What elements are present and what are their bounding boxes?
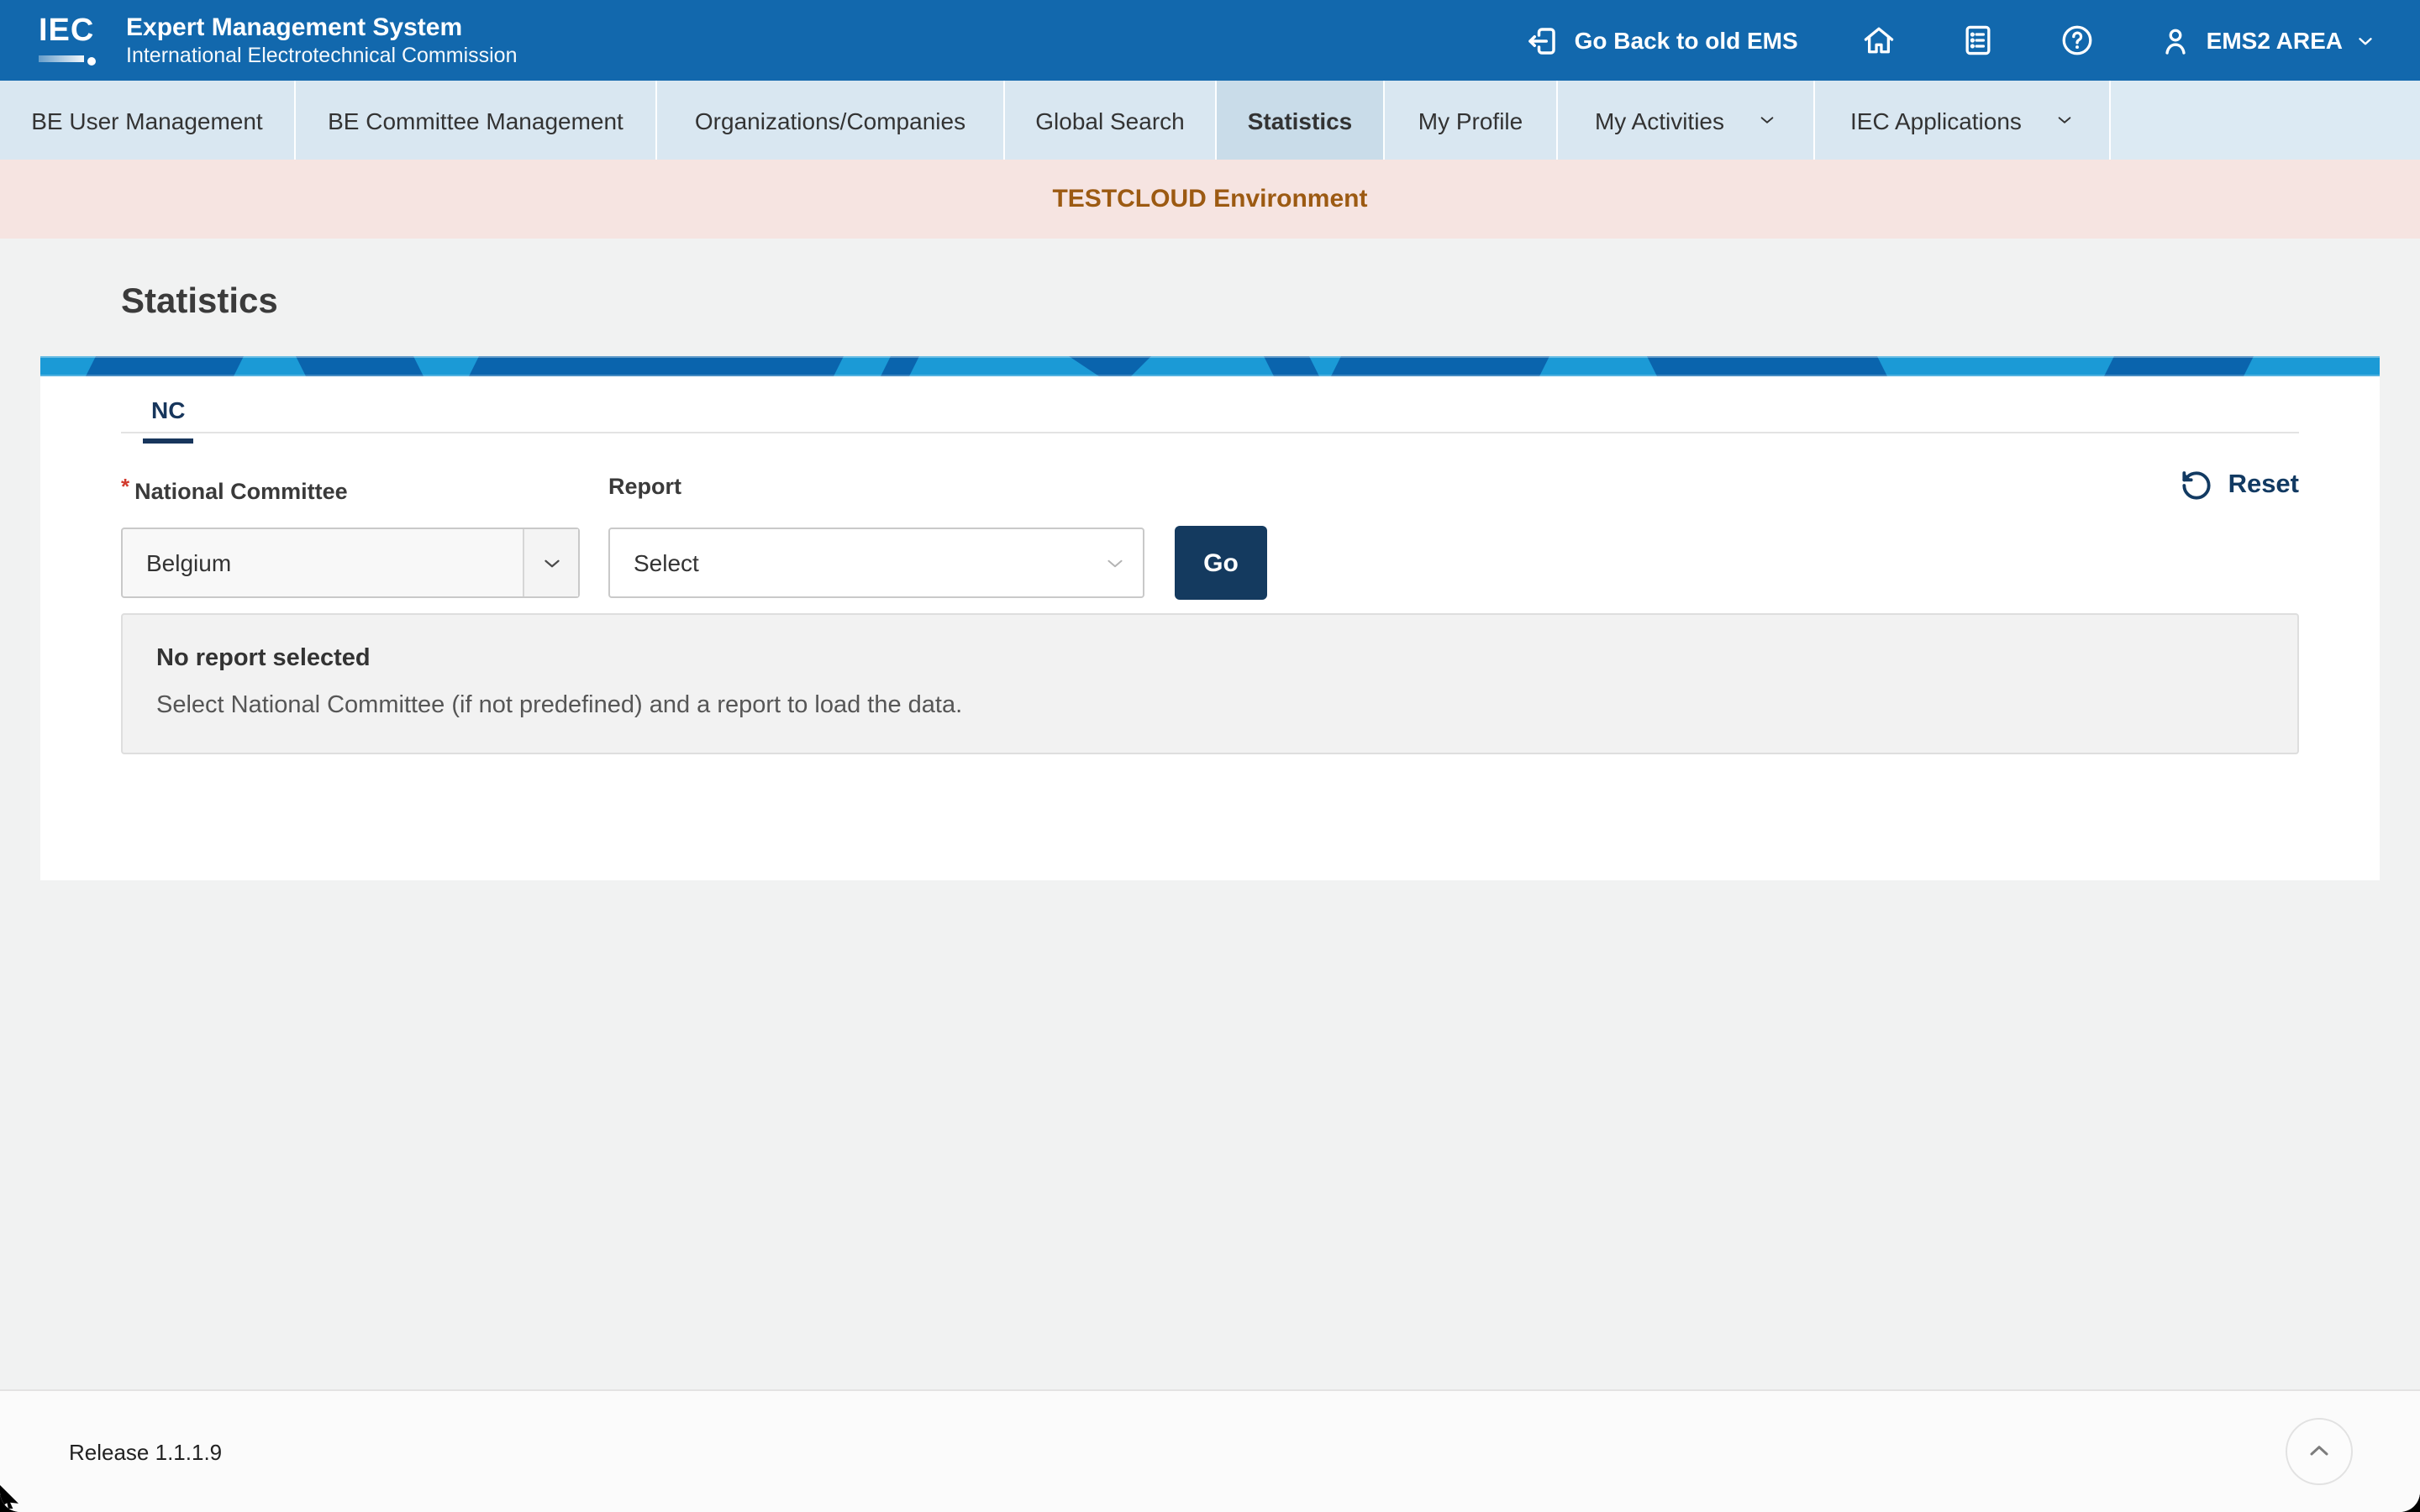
- reset-button[interactable]: Reset: [2180, 469, 2299, 502]
- back-arrow-box-icon: [1524, 22, 1561, 59]
- chevron-up-icon: [2304, 1436, 2334, 1467]
- reset-label: Reset: [2228, 470, 2299, 501]
- national-committee-select[interactable]: Belgium: [121, 528, 580, 598]
- tab-nc[interactable]: NC: [143, 396, 193, 444]
- page-content: Statistics NC *National Committee: [0, 239, 2420, 1389]
- chevron-down-icon: [2354, 29, 2376, 51]
- release-version: Release 1.1.1.9: [69, 1439, 222, 1464]
- footer: Release 1.1.1.9: [0, 1389, 2420, 1512]
- nav-my-activities[interactable]: My Activities: [1558, 81, 1815, 160]
- iec-logo-dot: [87, 57, 96, 66]
- iec-logo-bar: [39, 55, 84, 62]
- report-label: Report: [608, 474, 1144, 506]
- nav-my-profile[interactable]: My Profile: [1385, 81, 1558, 160]
- chevron-down-icon: [1758, 111, 1776, 129]
- message-body: Select National Committee (if not predef…: [156, 690, 2264, 721]
- decorative-blue-band: [40, 356, 2380, 376]
- app-subtitle: International Electrotechnical Commissio…: [126, 43, 518, 68]
- home-icon[interactable]: [1860, 22, 1897, 59]
- nav-statistics[interactable]: Statistics: [1217, 81, 1385, 160]
- iec-logo[interactable]: IEC: [39, 15, 106, 66]
- national-committee-value: Belgium: [123, 529, 523, 596]
- nav-filler: [2111, 81, 2420, 160]
- nav-iec-applications[interactable]: IEC Applications: [1815, 81, 2111, 160]
- user-icon: [2158, 22, 2195, 59]
- required-marker: *: [121, 474, 129, 499]
- message-title: No report selected: [156, 643, 2264, 674]
- app-title: Expert Management System: [126, 13, 518, 43]
- chevron-down-icon: [1087, 529, 1143, 596]
- environment-banner: TESTCLOUD Environment: [0, 160, 2420, 239]
- go-back-to-old-ems-button[interactable]: Go Back to old EMS: [1524, 22, 1798, 59]
- help-icon[interactable]: [2059, 22, 2096, 59]
- go-button[interactable]: Go: [1175, 526, 1267, 600]
- account-label: EMS2 AREA: [2207, 27, 2343, 54]
- no-report-message: No report selected Select National Commi…: [121, 613, 2299, 754]
- statistics-card: NC *National Committee Report Reset: [40, 376, 2380, 880]
- nav-organizations-companies[interactable]: Organizations/Companies: [657, 81, 1005, 160]
- chevron-down-icon: [2055, 111, 2074, 129]
- report-select[interactable]: Select: [608, 528, 1144, 598]
- report-value: Select: [610, 529, 1087, 596]
- app-window: IEC Expert Management System Internation…: [0, 0, 2420, 1512]
- iec-logo-text: IEC: [39, 15, 106, 47]
- main-nav: BE User Management BE Committee Manageme…: [0, 81, 2420, 160]
- national-committee-label: National Committee: [134, 479, 348, 504]
- page-title: Statistics: [0, 239, 2420, 323]
- chevron-down-icon: [523, 529, 578, 596]
- top-header: IEC Expert Management System Internation…: [0, 0, 2420, 81]
- scroll-to-top-button[interactable]: [2286, 1418, 2353, 1485]
- documents-list-icon[interactable]: [1960, 22, 1996, 59]
- tab-bar: NC: [121, 376, 2299, 433]
- account-menu[interactable]: EMS2 AREA: [2158, 22, 2376, 59]
- report-filter-form: *National Committee Report Reset Belgium: [121, 474, 2299, 754]
- go-back-label: Go Back to old EMS: [1575, 27, 1798, 54]
- reset-icon: [2180, 469, 2213, 502]
- environment-banner-text: TESTCLOUD Environment: [1052, 185, 1367, 213]
- nav-global-search[interactable]: Global Search: [1005, 81, 1217, 160]
- nav-be-user-management[interactable]: BE User Management: [0, 81, 296, 160]
- nav-be-committee-management[interactable]: BE Committee Management: [296, 81, 657, 160]
